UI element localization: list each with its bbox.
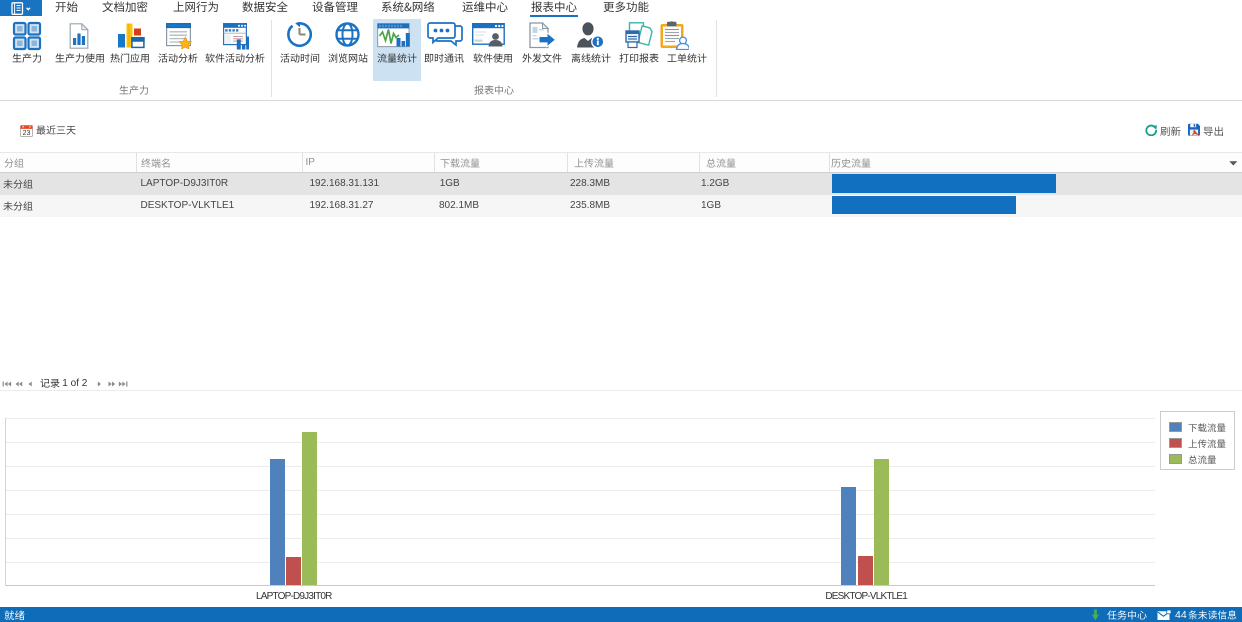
svg-text:23: 23 bbox=[23, 130, 31, 137]
